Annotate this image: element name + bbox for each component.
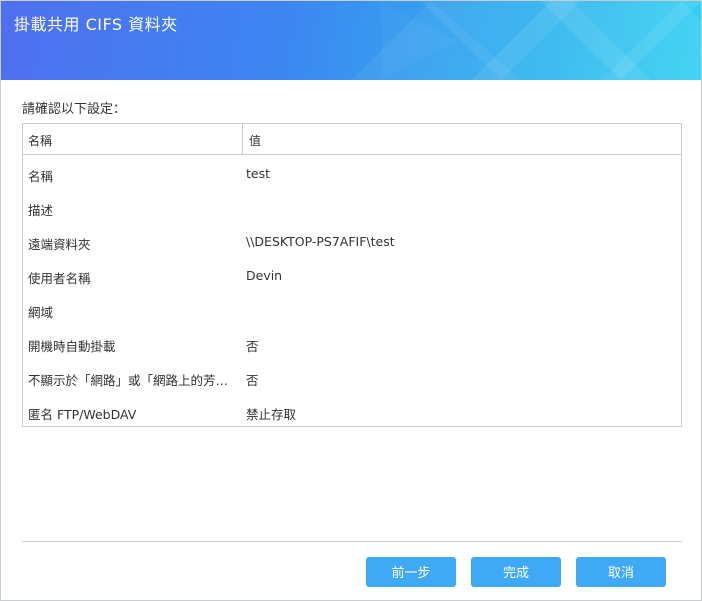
row-value: 否	[246, 373, 259, 388]
table-row: 名稱 test	[23, 155, 681, 189]
table-row: 不顯示於「網路」或「網路上的芳… 否	[23, 359, 681, 393]
dialog-title: 掛載共用 CIFS 資料夾	[14, 15, 178, 34]
settings-table: 名稱 值 名稱 test 描述 遠端資料夾 \\DESKTOP-PS7AFIF\…	[22, 123, 682, 427]
row-name: 不顯示於「網路」或「網路上的芳…	[28, 373, 229, 388]
table-header: 名稱 值	[23, 124, 681, 155]
table-row: 描述	[23, 189, 681, 223]
dialog-header: 掛載共用 CIFS 資料夾	[1, 1, 701, 80]
row-value: 禁止存取	[246, 407, 297, 422]
table-row: 開機時自動掛載 否	[23, 325, 681, 359]
row-value: Devin	[246, 268, 283, 283]
table-row: 網域	[23, 291, 681, 325]
column-divider	[242, 124, 243, 154]
row-name: 開機時自動掛載	[28, 339, 116, 354]
table-row: 遠端資料夾 \\DESKTOP-PS7AFIF\test	[23, 223, 681, 257]
row-name: 匿名 FTP/WebDAV	[28, 407, 137, 422]
row-value: \\DESKTOP-PS7AFIF\test	[246, 234, 395, 249]
row-value: 否	[246, 339, 259, 354]
row-value: test	[246, 166, 271, 181]
table-row: 匿名 FTP/WebDAV 禁止存取	[23, 393, 681, 427]
row-name: 網域	[28, 305, 54, 320]
cancel-button[interactable]: 取消	[576, 557, 666, 587]
row-name: 描述	[28, 203, 54, 218]
footer-divider	[22, 541, 682, 542]
back-button[interactable]: 前一步	[366, 557, 456, 587]
row-name: 遠端資料夾	[28, 237, 91, 252]
row-name: 名稱	[28, 169, 54, 184]
column-header-value: 值	[249, 134, 262, 148]
table-row: 使用者名稱 Devin	[23, 257, 681, 291]
column-header-name: 名稱	[28, 134, 53, 148]
finish-button[interactable]: 完成	[471, 557, 561, 587]
row-name: 使用者名稱	[28, 271, 91, 286]
mount-cifs-dialog: 掛載共用 CIFS 資料夾 請確認以下設定： 名稱 值 名稱 test 描述 遠…	[0, 0, 702, 601]
confirm-prompt: 請確認以下設定：	[22, 102, 127, 117]
